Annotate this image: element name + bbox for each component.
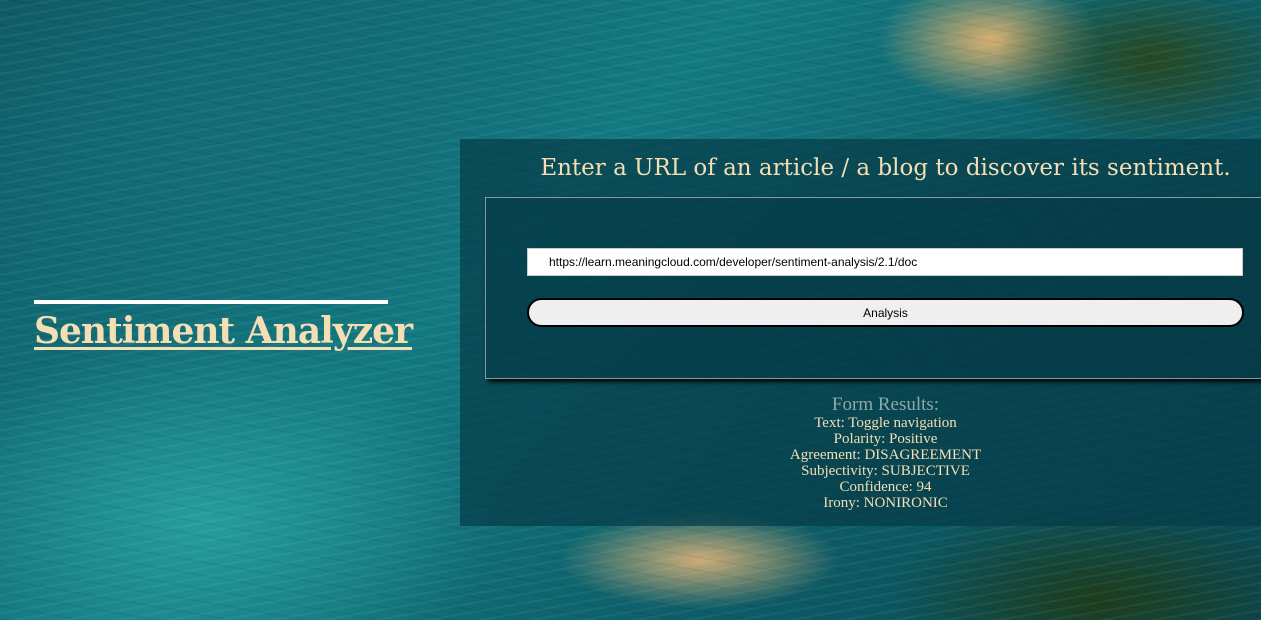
analysis-button[interactable]: Analysis	[527, 298, 1244, 327]
form-heading: Enter a URL of an article / a blog to di…	[540, 155, 1231, 181]
result-confidence: Confidence: 94	[839, 479, 932, 495]
form-results: Form Results: Text: Toggle navigation Po…	[460, 394, 1261, 512]
result-irony: Irony: NONIRONIC	[823, 495, 948, 511]
url-form: Analysis	[485, 197, 1261, 379]
result-subjectivity: Subjectivity: SUBJECTIVE	[801, 463, 970, 479]
result-agreement: Agreement: DISAGREEMENT	[789, 447, 982, 463]
page-title: Sentiment Analyzer	[34, 310, 413, 352]
url-input[interactable]	[527, 248, 1243, 276]
result-text: Text: Toggle navigation	[814, 415, 957, 431]
analysis-panel: Enter a URL of an article / a blog to di…	[460, 139, 1261, 526]
result-polarity: Polarity: Positive	[833, 431, 938, 447]
brand-header: Sentiment Analyzer	[34, 300, 413, 352]
results-title: Form Results:	[831, 394, 940, 415]
